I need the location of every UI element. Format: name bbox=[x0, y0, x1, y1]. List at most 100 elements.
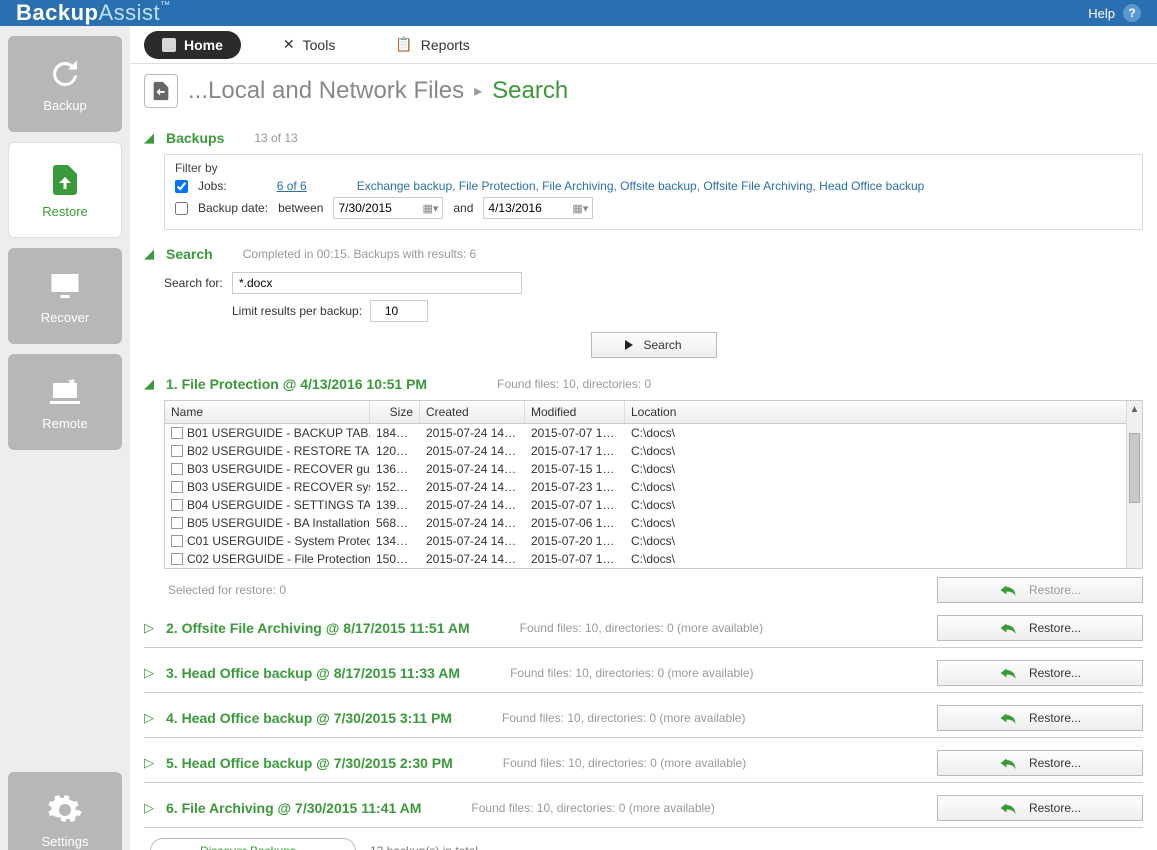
between-label: between bbox=[278, 201, 323, 215]
back-button[interactable] bbox=[144, 74, 178, 108]
collapsed-result: ▷ 5. Head Office backup @ 7/30/2015 2:30 … bbox=[144, 744, 1143, 783]
search-status: Completed in 00:15. Backups with results… bbox=[243, 247, 476, 261]
sidebar-item-remote[interactable]: Remote bbox=[8, 354, 122, 450]
clipboard-icon: 📋 bbox=[395, 36, 412, 53]
collapse-caret-icon[interactable]: ◢ bbox=[144, 130, 156, 146]
table-row[interactable]: C02 USERGUIDE - File Protection....15062… bbox=[165, 550, 1142, 568]
result-subtitle: Found files: 10, directories: 0 bbox=[497, 377, 651, 391]
backup-total-label: 13 backup(s) in total. bbox=[370, 844, 481, 850]
row-checkbox[interactable] bbox=[171, 517, 183, 529]
restore-button[interactable]: Restore... bbox=[937, 750, 1143, 776]
restore-button[interactable]: Restore... bbox=[937, 705, 1143, 731]
laptop-arrow-icon bbox=[47, 374, 83, 410]
jobs-count-link[interactable]: 6 of 6 bbox=[277, 179, 307, 193]
table-row[interactable]: B03 USERGUIDE - RECOVER gues...136343320… bbox=[165, 460, 1142, 478]
sidebar: Backup Restore Recover Remote Settings bbox=[0, 26, 130, 850]
limit-label: Limit results per backup: bbox=[232, 304, 362, 318]
top-tabs: Home ✕Tools 📋Reports bbox=[130, 26, 1157, 64]
collapsed-result: ▷ 6. File Archiving @ 7/30/2015 11:41 AM F… bbox=[144, 789, 1143, 828]
expand-caret-icon[interactable]: ▷ bbox=[144, 800, 156, 816]
restore-button[interactable]: Restore... bbox=[937, 795, 1143, 821]
undo-arrow-icon bbox=[999, 621, 1017, 635]
sidebar-item-backup[interactable]: Backup bbox=[8, 36, 122, 132]
table-row[interactable]: B04 USERGUIDE - SETTINGS TAB....13981522… bbox=[165, 496, 1142, 514]
table-row[interactable]: B01 USERGUIDE - BACKUP TAB.docx184121220… bbox=[165, 424, 1142, 442]
sidebar-item-restore[interactable]: Restore bbox=[8, 142, 122, 238]
row-checkbox[interactable] bbox=[171, 481, 183, 493]
undo-arrow-icon bbox=[999, 756, 1017, 770]
jobs-list: Exchange backup, File Protection, File A… bbox=[357, 179, 925, 193]
jobs-label: Jobs: bbox=[198, 179, 227, 193]
table-header: Name Size Created Modified Location bbox=[165, 401, 1142, 424]
result-subtitle: Found files: 10, directories: 0 (more av… bbox=[503, 756, 746, 770]
backup-date-checkbox[interactable] bbox=[175, 202, 188, 215]
result-subtitle: Found files: 10, directories: 0 (more av… bbox=[471, 801, 714, 815]
limit-input[interactable] bbox=[370, 300, 428, 322]
search-input[interactable] bbox=[232, 272, 522, 294]
topbar: BackupAssist™ Help ? bbox=[0, 0, 1157, 26]
collapse-caret-icon[interactable]: ◢ bbox=[144, 376, 156, 392]
help-link[interactable]: Help ? bbox=[1088, 4, 1141, 22]
scroll-up-icon[interactable]: ▲ bbox=[1127, 401, 1142, 417]
col-size[interactable]: Size bbox=[370, 401, 420, 423]
tab-reports[interactable]: 📋Reports bbox=[377, 30, 487, 59]
search-button[interactable]: Search bbox=[591, 332, 717, 358]
monitor-icon bbox=[47, 268, 83, 304]
sidebar-item-label: Remote bbox=[42, 416, 88, 431]
table-row[interactable]: B02 USERGUIDE - RESTORE TAB....120177020… bbox=[165, 442, 1142, 460]
result-title: 5. Head Office backup @ 7/30/2015 2:30 P… bbox=[166, 755, 453, 771]
restore-button[interactable]: Restore... bbox=[937, 660, 1143, 686]
row-checkbox[interactable] bbox=[171, 427, 183, 439]
row-checkbox[interactable] bbox=[171, 463, 183, 475]
row-checkbox[interactable] bbox=[171, 553, 183, 565]
calendar-icon: ▦▾ bbox=[572, 202, 588, 215]
expand-caret-icon[interactable]: ▷ bbox=[144, 665, 156, 681]
row-checkbox[interactable] bbox=[171, 499, 183, 511]
tab-home[interactable]: Home bbox=[144, 31, 241, 59]
col-modified[interactable]: Modified bbox=[525, 401, 625, 423]
expand-caret-icon[interactable]: ▷ bbox=[144, 620, 156, 636]
backups-section-title: Backups bbox=[166, 130, 224, 146]
date-from-field[interactable]: ▦▾ bbox=[333, 197, 443, 219]
row-checkbox[interactable] bbox=[171, 445, 183, 457]
undo-arrow-icon bbox=[999, 801, 1017, 815]
gear-icon bbox=[47, 792, 83, 828]
sidebar-item-label: Recover bbox=[41, 310, 89, 325]
restore-button[interactable]: Restore... bbox=[937, 615, 1143, 641]
search-section-title: Search bbox=[166, 246, 213, 262]
expand-caret-icon[interactable]: ▷ bbox=[144, 710, 156, 726]
back-arrow-icon bbox=[150, 80, 172, 102]
selected-count: Selected for restore: 0 bbox=[168, 583, 286, 597]
table-row[interactable]: B05 USERGUIDE - BA Installation....56834… bbox=[165, 514, 1142, 532]
collapsed-result: ▷3. Head Office backup @ 8/17/2015 11:33… bbox=[144, 654, 1143, 693]
restore-button[interactable]: Restore... bbox=[937, 577, 1143, 603]
table-row[interactable]: C01 USERGUIDE - System Protecti...134567… bbox=[165, 532, 1142, 550]
sidebar-item-recover[interactable]: Recover bbox=[8, 248, 122, 344]
collapsed-result: ▷4. Head Office backup @ 7/30/2015 3:11 … bbox=[144, 699, 1143, 738]
breadcrumb: ...Local and Network Files ▸ Search bbox=[130, 64, 1157, 114]
results-table: Name Size Created Modified Location B01 … bbox=[164, 400, 1143, 569]
search-for-label: Search for: bbox=[164, 276, 224, 290]
row-checkbox[interactable] bbox=[171, 535, 183, 547]
sidebar-item-settings[interactable]: Settings bbox=[8, 772, 122, 850]
result-title: 1. File Protection @ 4/13/2016 10:51 PM bbox=[166, 376, 427, 392]
col-location[interactable]: Location bbox=[625, 401, 1142, 423]
result-subtitle: Found files: 10, directories: 0 (more av… bbox=[520, 621, 763, 635]
date-to-field[interactable]: ▦▾ bbox=[483, 197, 593, 219]
discover-backups-button[interactable]: Discover Backups... bbox=[150, 838, 356, 850]
undo-arrow-icon bbox=[999, 583, 1017, 597]
tab-tools[interactable]: ✕Tools bbox=[265, 30, 353, 59]
col-created[interactable]: Created bbox=[420, 401, 525, 423]
col-name[interactable]: Name bbox=[165, 401, 370, 423]
and-label: and bbox=[453, 201, 473, 215]
collapse-caret-icon[interactable]: ◢ bbox=[144, 246, 156, 262]
table-row[interactable]: B03 USERGUIDE - RECOVER syste...15239182… bbox=[165, 478, 1142, 496]
scroll-thumb[interactable] bbox=[1129, 433, 1140, 503]
result-subtitle: Found files: 10, directories: 0 (more av… bbox=[502, 711, 745, 725]
sidebar-item-label: Settings bbox=[42, 834, 89, 849]
jobs-checkbox[interactable] bbox=[175, 180, 188, 193]
result-title: 6. File Archiving @ 7/30/2015 11:41 AM bbox=[166, 800, 421, 816]
vertical-scrollbar[interactable]: ▲ bbox=[1126, 401, 1142, 568]
expand-caret-icon[interactable]: ▷ bbox=[144, 755, 156, 771]
wrench-icon: ✕ bbox=[283, 36, 295, 53]
